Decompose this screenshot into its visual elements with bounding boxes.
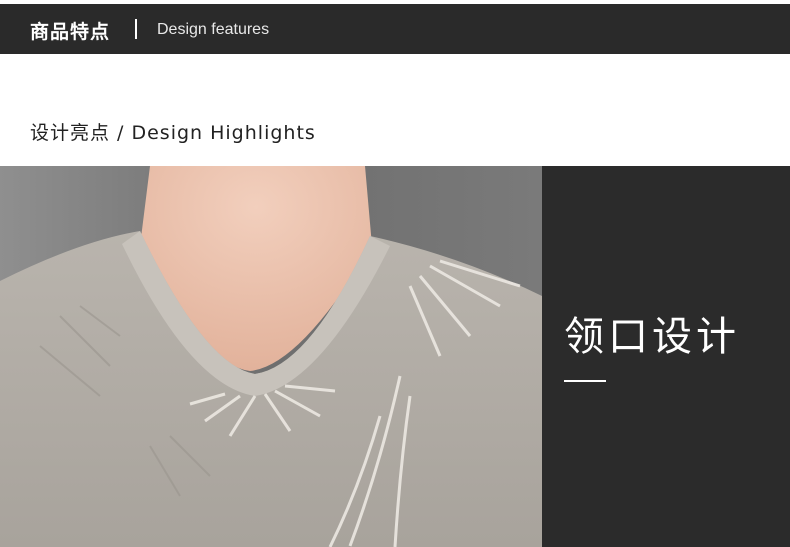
- header-title-en: Design features: [157, 21, 270, 38]
- feature-title: 领口设计: [564, 314, 740, 360]
- feature-panel: 领口设计: [542, 166, 790, 547]
- header-bar: 商品特点 Design features: [0, 4, 790, 54]
- header-divider: [135, 19, 137, 39]
- product-photo: [0, 166, 542, 547]
- feature-divider: [564, 380, 606, 382]
- header-title-cn: 商品特点: [30, 21, 111, 43]
- section-title: 设计亮点 / Design Highlights: [30, 122, 316, 144]
